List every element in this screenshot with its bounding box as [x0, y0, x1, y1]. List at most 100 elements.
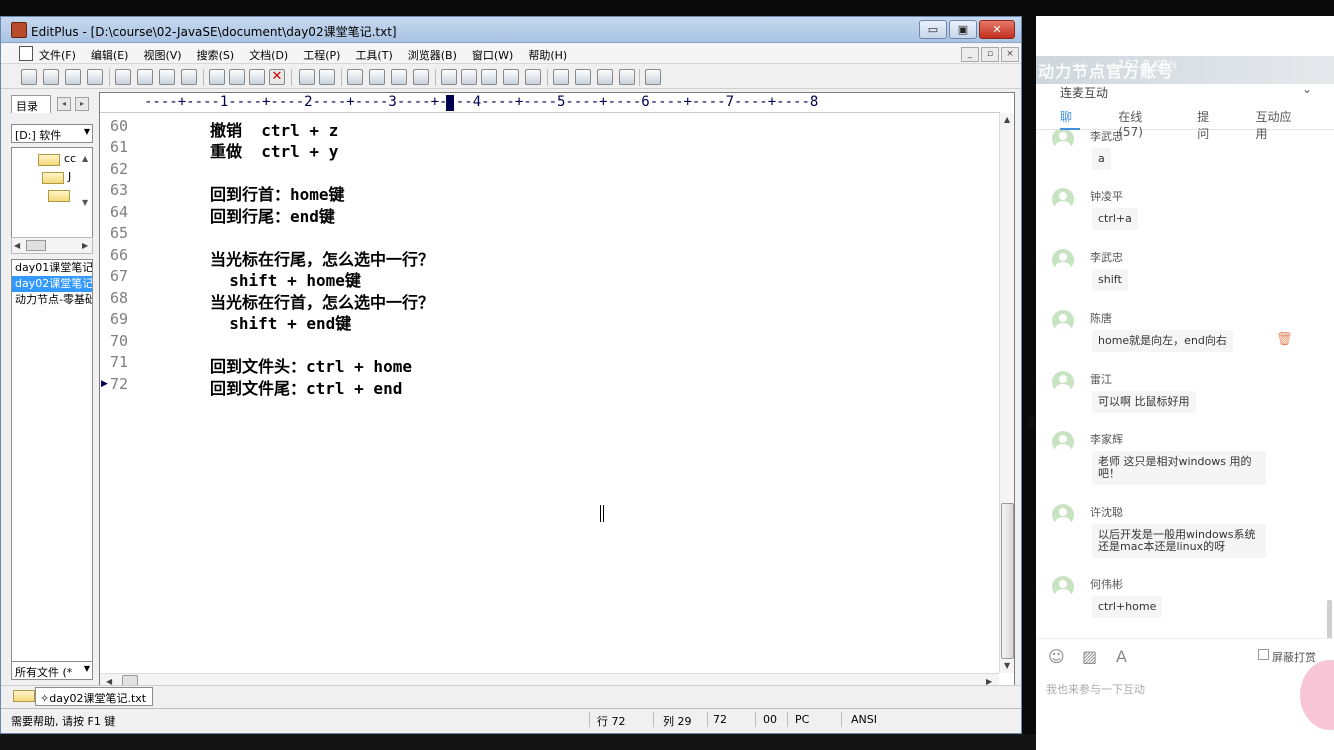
replace-icon[interactable] [369, 69, 385, 85]
chat-input-placeholder[interactable]: 我也来参与一下互动 [1046, 681, 1145, 697]
file-list-item[interactable]: day01课堂笔记 [12, 260, 92, 276]
avatar [1052, 504, 1074, 526]
mdi-restore-icon[interactable]: ▫ [981, 47, 999, 62]
line-number: 68 [110, 289, 129, 307]
chat-username: 李武忠 [1090, 130, 1123, 143]
ruler-icon[interactable] [503, 69, 519, 85]
tab-online[interactable]: 在线(57) [1118, 104, 1159, 139]
minimize-button[interactable]: ▭ [919, 20, 947, 39]
copy-icon[interactable] [229, 69, 245, 85]
menu-document[interactable]: 文档(D) [249, 47, 288, 63]
scroll-up-icon[interactable]: ▲ [82, 154, 88, 163]
chevron-down-icon: ▼ [83, 127, 90, 136]
file-list-item[interactable]: 动力节点-零基础 [12, 292, 92, 308]
avatar [1052, 249, 1074, 271]
decorative-dot [1028, 416, 1035, 428]
mdi-minimize-icon[interactable]: _ [961, 47, 979, 62]
line-number-icon[interactable] [481, 69, 497, 85]
scroll-down-icon[interactable]: ▼ [82, 198, 88, 207]
clipboard-icon[interactable] [181, 69, 197, 85]
scroll-right-icon[interactable]: ▶ [82, 241, 88, 250]
folder-tree[interactable]: cc J ▲ ▼ [11, 147, 93, 239]
scroll-down-icon[interactable]: ▼ [1004, 661, 1010, 670]
line-number: 61 [110, 138, 129, 156]
tab-left-arrow-icon[interactable]: ◂ [57, 97, 71, 111]
editplus-app-icon [11, 22, 27, 38]
delete-icon[interactable]: ✕ [269, 69, 285, 85]
menu-browser[interactable]: 浏览器(B) [408, 47, 457, 63]
chat-header-title: 连麦互动 [1060, 86, 1109, 100]
context-help-icon[interactable] [645, 69, 661, 85]
undo-icon[interactable] [299, 69, 315, 85]
paste-icon[interactable] [249, 69, 265, 85]
status-column: 列 29 [663, 715, 692, 728]
document-tab-bar: ✧day02课堂笔记.txt [1, 685, 1021, 707]
status-help-text: 需要帮助, 请按 F1 键 [11, 715, 116, 728]
output-window-icon[interactable] [575, 69, 591, 85]
editor-vertical-scrollbar[interactable]: ▲ ▼ [999, 113, 1014, 673]
menu-project[interactable]: 工程(P) [303, 47, 340, 63]
document-tab[interactable]: ✧day02课堂笔记.txt [35, 687, 153, 706]
text-editor[interactable]: ----+----1----+----2----+----3----+----4… [99, 92, 1015, 689]
scroll-thumb[interactable] [26, 240, 46, 251]
full-screen-icon[interactable] [597, 69, 613, 85]
chat-bubble: a [1092, 148, 1111, 170]
tree-horizontal-scrollbar[interactable]: ◀ ▶ [11, 237, 93, 254]
chat-header[interactable]: 连麦互动 ⌄ [1036, 82, 1334, 102]
font-icon[interactable] [441, 69, 457, 85]
image-icon[interactable]: ▨ [1082, 647, 1097, 666]
redo-icon[interactable] [319, 69, 335, 85]
cut-icon[interactable] [209, 69, 225, 85]
vertical-scroll-thumb[interactable] [1001, 503, 1014, 659]
menu-edit[interactable]: 编辑(E) [91, 47, 129, 63]
trash-icon[interactable]: 🗑 [1276, 332, 1293, 347]
tab-chat[interactable]: 聊天 [1060, 104, 1081, 141]
open-file-icon[interactable] [43, 69, 59, 85]
goto-line-icon[interactable] [413, 69, 429, 85]
menu-view[interactable]: 视图(V) [143, 47, 181, 63]
chat-username: 陈唐 [1090, 312, 1112, 325]
mdi-close-icon[interactable]: × [1001, 47, 1019, 62]
find-icon[interactable] [347, 69, 363, 85]
save-icon[interactable] [65, 69, 81, 85]
folder-label[interactable]: cc [64, 152, 76, 165]
tab-right-arrow-icon[interactable]: ▸ [75, 97, 89, 111]
maximize-button[interactable]: ▣ [949, 20, 977, 39]
folder-label[interactable]: J [68, 170, 71, 183]
status-encoding: ANSI [851, 713, 877, 726]
line-number: 69 [110, 310, 129, 328]
menu-file[interactable]: 文件(F) [39, 47, 76, 63]
print-icon[interactable] [137, 69, 153, 85]
new-file-icon[interactable] [21, 69, 37, 85]
menu-window[interactable]: 窗口(W) [472, 47, 513, 63]
spellcheck-icon[interactable] [159, 69, 175, 85]
word-wrap-icon[interactable] [461, 69, 477, 85]
browser-icon[interactable] [619, 69, 635, 85]
code-line: 重做 ctrl + y [210, 142, 339, 161]
scroll-up-icon[interactable]: ▲ [1004, 115, 1010, 124]
menu-search[interactable]: 搜索(S) [197, 47, 235, 63]
save-all-icon[interactable] [87, 69, 103, 85]
tab-interactive-apps[interactable]: 互动应用 [1256, 104, 1296, 141]
print-preview-icon[interactable] [115, 69, 131, 85]
directory-window-icon[interactable] [553, 69, 569, 85]
font-size-icon[interactable]: A [1116, 647, 1127, 666]
block-tips-checkbox[interactable] [1258, 649, 1269, 660]
tab-questions[interactable]: 提问 [1197, 104, 1217, 141]
code-line: shift + end键 [210, 314, 352, 333]
menu-help[interactable]: 帮助(H) [528, 47, 567, 63]
scroll-left-icon[interactable]: ◀ [14, 241, 20, 250]
directory-tab[interactable]: 目录 [11, 95, 51, 113]
emoji-icon[interactable]: ☺ [1048, 647, 1065, 666]
chat-bubble: ctrl+a [1092, 208, 1138, 230]
file-list-item-selected[interactable]: day02课堂笔记 [12, 276, 92, 292]
file-filter-select[interactable]: 所有文件 (* ▼ [11, 661, 93, 680]
chat-username: 许沈聪 [1090, 506, 1123, 519]
menu-tools[interactable]: 工具(T) [355, 47, 392, 63]
settings-icon[interactable] [525, 69, 541, 85]
chevron-down-icon[interactable]: ⌄ [1302, 82, 1312, 96]
drive-select[interactable]: [D:] 软件 ▼ [11, 124, 93, 143]
close-button[interactable]: ✕ [979, 20, 1015, 39]
folder-icon [48, 190, 70, 202]
find-in-files-icon[interactable] [391, 69, 407, 85]
